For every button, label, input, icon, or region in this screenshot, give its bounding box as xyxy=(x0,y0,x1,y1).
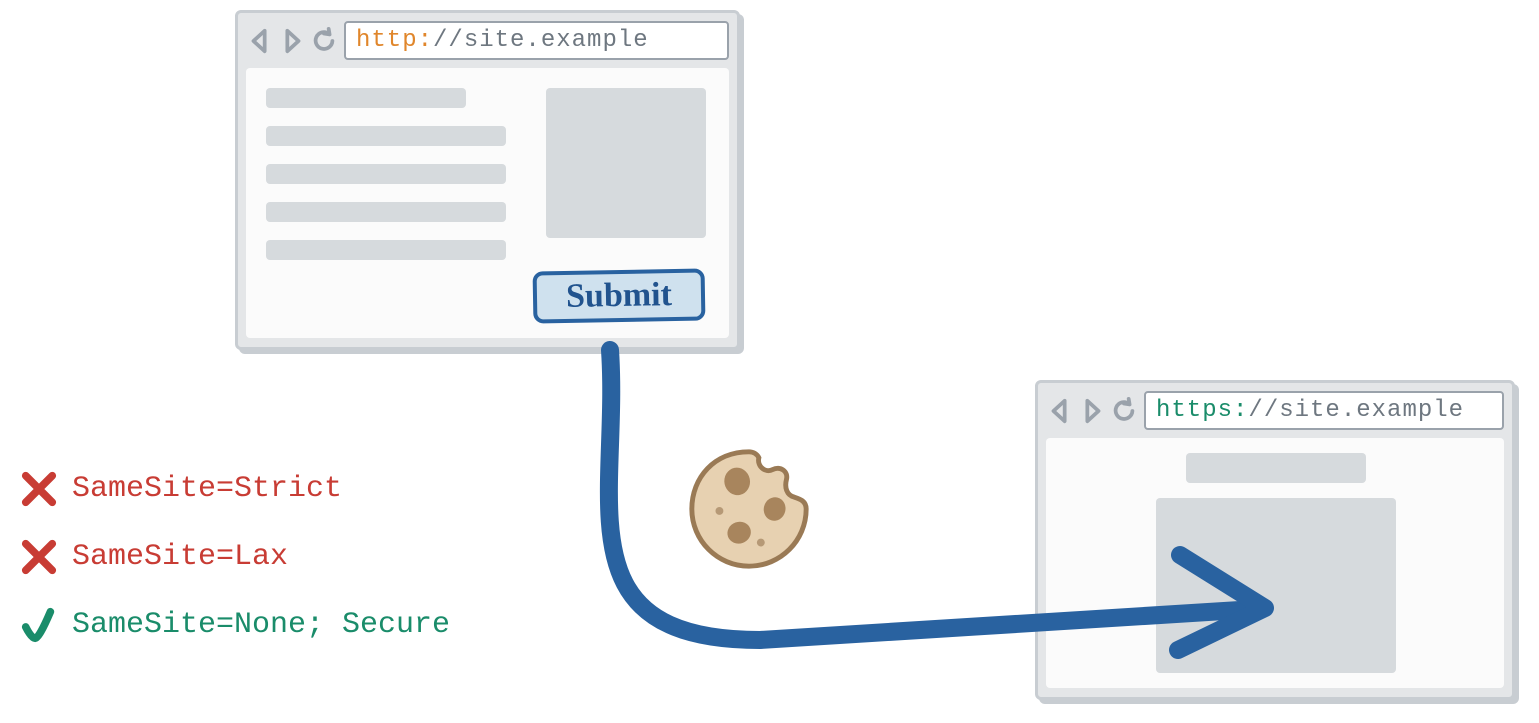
image-placeholder xyxy=(546,88,706,238)
submit-button-label: Submit xyxy=(566,276,672,316)
target-browser-titlebar: https://site.example xyxy=(1038,383,1512,438)
source-browser: http://site.example Submit xyxy=(235,10,740,350)
forward-icon xyxy=(1078,397,1106,425)
content-placeholder xyxy=(266,164,506,184)
check-mark-icon xyxy=(20,606,58,644)
legend-row-lax: SameSite=Lax xyxy=(20,538,450,576)
reload-icon xyxy=(310,27,338,55)
cookie-icon xyxy=(680,440,818,578)
cross-mark-icon xyxy=(20,470,58,508)
content-placeholder xyxy=(266,126,506,146)
legend-label-lax: SameSite=Lax xyxy=(72,542,288,572)
target-url-scheme: https: xyxy=(1156,397,1248,424)
content-placeholder xyxy=(266,240,506,260)
target-url-bar: https://site.example xyxy=(1144,391,1504,430)
legend-row-strict: SameSite=Strict xyxy=(20,470,450,508)
reload-icon xyxy=(1110,397,1138,425)
legend-row-none: SameSite=None; Secure xyxy=(20,606,450,644)
target-url-host: //site.example xyxy=(1248,397,1464,424)
source-url-host: //site.example xyxy=(433,27,649,54)
content-placeholder xyxy=(1156,498,1396,673)
source-url-bar: http://site.example xyxy=(344,21,729,60)
back-icon xyxy=(246,27,274,55)
target-viewport xyxy=(1046,438,1504,688)
cross-mark-icon xyxy=(20,538,58,576)
content-placeholder xyxy=(266,202,506,222)
content-placeholder xyxy=(1186,453,1366,483)
back-icon xyxy=(1046,397,1074,425)
samesite-legend: SameSite=Strict SameSite=Lax SameSite=No… xyxy=(20,470,450,644)
legend-label-strict: SameSite=Strict xyxy=(72,474,342,504)
legend-label-none: SameSite=None; Secure xyxy=(72,610,450,640)
source-viewport: Submit xyxy=(246,68,729,338)
source-url-scheme: http: xyxy=(356,27,433,54)
target-browser: https://site.example xyxy=(1035,380,1515,700)
forward-icon xyxy=(278,27,306,55)
submit-button[interactable]: Submit xyxy=(533,269,706,324)
source-browser-titlebar: http://site.example xyxy=(238,13,737,68)
content-placeholder xyxy=(266,88,466,108)
